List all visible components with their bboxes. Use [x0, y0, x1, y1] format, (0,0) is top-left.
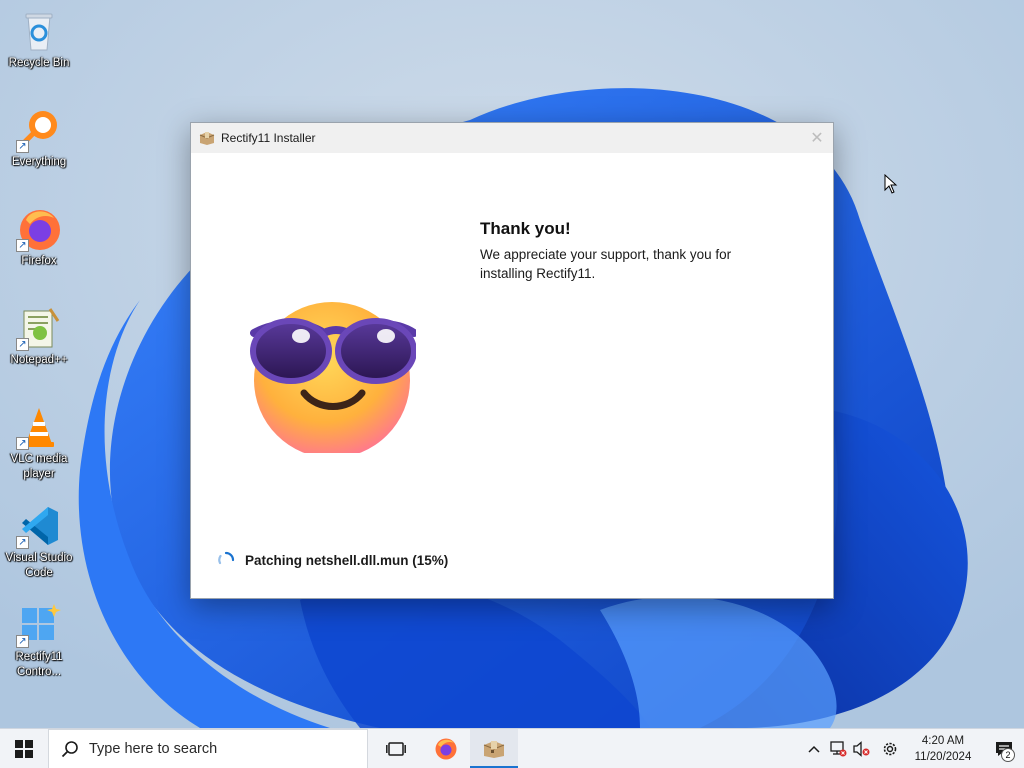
volume-button[interactable] [850, 729, 874, 768]
installer-box-icon [199, 132, 215, 145]
desktop-icon-label: Visual Studio Code [5, 552, 73, 579]
thank-you-heading: Thank you! [480, 219, 571, 238]
desktop-icon-everything[interactable]: ↗ Everything [4, 103, 74, 183]
shortcut-arrow-icon: ↗ [16, 635, 29, 648]
desktop-icon-notepad-plus-plus[interactable]: ↗ Notepad++ [4, 301, 74, 381]
start-button[interactable] [0, 729, 48, 768]
taskbar-firefox[interactable] [422, 729, 470, 768]
vscode-icon: ↗ [16, 503, 62, 549]
notepad-plus-plus-icon: ↗ [16, 305, 62, 351]
close-icon: ✕ [810, 130, 824, 147]
system-tray: 4:20 AM 11/20/2024 2 [802, 729, 1024, 768]
desktop-icon-vlc[interactable]: ↗ VLC media player [4, 400, 74, 480]
recycle-bin-icon [16, 8, 62, 54]
installer-window[interactable]: Rectify11 Installer ✕ Thank you! We appr… [190, 122, 834, 599]
settings-button[interactable] [878, 729, 902, 768]
window-title: Rectify11 Installer [221, 131, 316, 145]
desktop-icon-vscode[interactable]: ↗ Visual Studio Code [4, 499, 74, 579]
search-icon [61, 740, 78, 757]
taskbar-search-box[interactable]: Type here to search [48, 728, 368, 768]
rectify11-control-icon: ↗ [16, 602, 62, 648]
taskbar-clock[interactable]: 4:20 AM 11/20/2024 [906, 733, 980, 765]
thank-you-message: We appreciate your support, thank you fo… [480, 247, 732, 281]
desktop-icon-label: Everything [11, 156, 67, 168]
network-status-button[interactable] [826, 729, 850, 768]
window-titlebar[interactable]: Rectify11 Installer ✕ [191, 123, 833, 153]
desktop-icon-label: Recycle Bin [8, 57, 70, 69]
windows-logo-icon [15, 739, 33, 758]
shortcut-arrow-icon: ↗ [16, 239, 29, 252]
show-hidden-icons-button[interactable] [802, 729, 826, 768]
mouse-cursor-icon [884, 174, 898, 194]
shortcut-arrow-icon: ↗ [16, 338, 29, 351]
notification-center-button[interactable]: 2 [984, 729, 1024, 768]
shortcut-arrow-icon: ↗ [16, 140, 29, 153]
gear-icon [883, 742, 897, 756]
desktop-icon-label: Firefox [21, 255, 57, 267]
sunglasses-emoji-icon [250, 302, 416, 453]
desktop-icon-label: Notepad++ [10, 354, 68, 366]
desktop-icon-firefox[interactable]: ↗ Firefox [4, 202, 74, 282]
shortcut-arrow-icon: ↗ [16, 437, 29, 450]
clock-time: 4:20 AM [921, 735, 965, 747]
spinner-icon [218, 551, 235, 565]
shortcut-arrow-icon: ↗ [16, 536, 29, 549]
vlc-icon: ↗ [16, 404, 62, 450]
installer-icon [483, 740, 505, 758]
firefox-icon [435, 738, 457, 759]
taskbar-installer[interactable] [470, 728, 518, 768]
volume-muted-icon [853, 741, 870, 757]
everything-search-icon: ↗ [16, 107, 62, 153]
chevron-up-icon [808, 745, 820, 753]
network-disconnected-icon [830, 741, 847, 757]
task-view-icon [386, 741, 406, 756]
search-placeholder: Type here to search [89, 740, 218, 757]
taskbar: Type here to search 4:20 AM 11/20/2024 2 [0, 728, 1024, 768]
status-text: Patching netshell.dll.mun (15%) [245, 552, 449, 568]
firefox-icon: ↗ [16, 206, 62, 252]
desktop-icon-recycle-bin[interactable]: Recycle Bin [4, 4, 74, 84]
install-status: Patching netshell.dll.mun (15%) [217, 551, 448, 569]
desktop-icon-rectify11-control[interactable]: ↗ Rectify11 Contro... [4, 598, 74, 678]
desktop-icon-label: Rectify11 Contro... [15, 651, 63, 678]
close-button[interactable]: ✕ [801, 123, 833, 153]
desktop-icon-label: VLC media player [10, 453, 68, 480]
notification-count-badge: 2 [1001, 748, 1015, 762]
taskbar-task-view[interactable] [372, 729, 420, 768]
clock-date: 11/20/2024 [914, 751, 972, 763]
